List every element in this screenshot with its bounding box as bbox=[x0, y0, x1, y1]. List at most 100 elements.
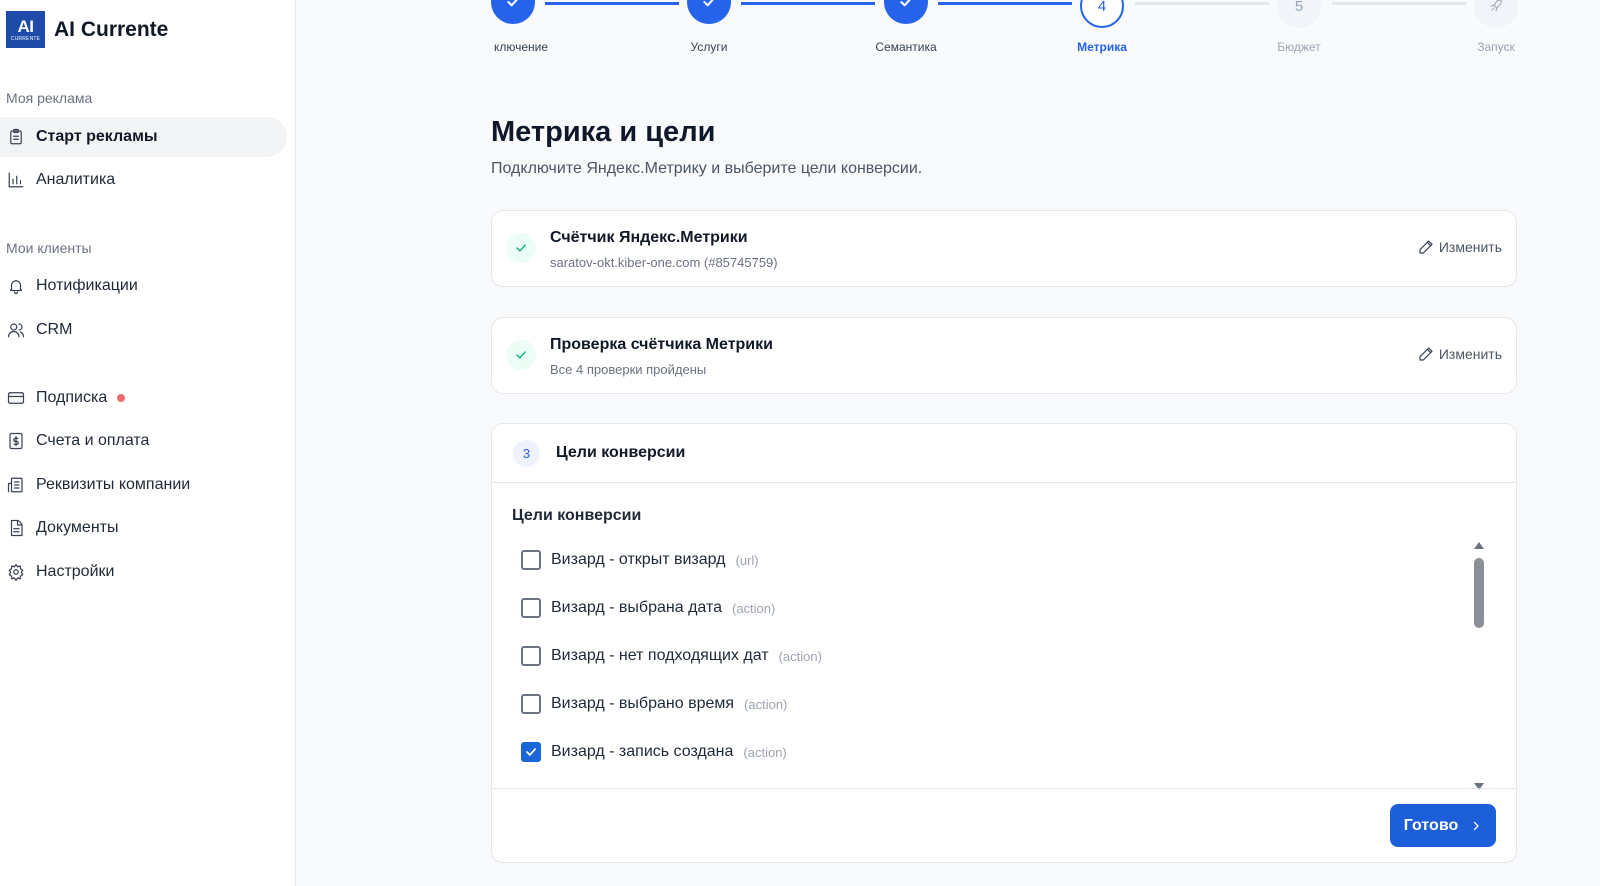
step-6-circle[interactable] bbox=[1474, 0, 1518, 28]
success-badge bbox=[506, 340, 536, 370]
goal-type: (url) bbox=[735, 552, 759, 568]
sidebar-item-label: Документы bbox=[36, 519, 119, 536]
users-icon bbox=[7, 321, 25, 339]
edit-check-button[interactable]: Изменить bbox=[1418, 346, 1502, 362]
done-button[interactable]: Готово bbox=[1390, 804, 1496, 847]
pencil-icon bbox=[1419, 240, 1433, 254]
sidebar-item-analytics[interactable]: Аналитика bbox=[0, 160, 287, 200]
sidebar-item-start-ads[interactable]: Старт рекламы bbox=[0, 117, 287, 157]
counter-card: Счётчик Яндекс.Метрики saratov-okt.kiber… bbox=[491, 210, 1517, 287]
check-icon bbox=[516, 244, 526, 252]
goal-item[interactable]: Визард - запись создана (action) bbox=[521, 741, 787, 763]
sidebar-item-company-details[interactable]: Реквизиты компании bbox=[0, 465, 287, 505]
goal-item[interactable]: Визард - нет подходящих дат (action) bbox=[521, 645, 822, 667]
sidebar-item-label: Настройки bbox=[36, 563, 115, 580]
goal-type: (action) bbox=[732, 600, 776, 616]
document-icon bbox=[7, 519, 25, 537]
check-subtitle: Все 4 проверки пройдены bbox=[550, 362, 707, 377]
check-icon bbox=[703, 0, 714, 7]
bar-chart-icon bbox=[7, 171, 25, 189]
goal-item[interactable]: Визард - открыт визард (url) bbox=[521, 549, 759, 571]
step-1-circle[interactable] bbox=[491, 0, 535, 24]
section-my-ads: Моя реклама bbox=[6, 90, 93, 106]
goal-checkbox[interactable] bbox=[521, 598, 541, 618]
goals-card-header: 3 Цели конверсии bbox=[492, 424, 1516, 483]
sidebar-item-crm[interactable]: CRM bbox=[0, 310, 287, 350]
goal-checkbox[interactable] bbox=[521, 646, 541, 666]
goal-item[interactable]: Визард - выбрано время (action) bbox=[521, 693, 787, 715]
notification-dot bbox=[117, 394, 126, 402]
check-icon bbox=[507, 0, 518, 7]
goal-type: (action) bbox=[743, 744, 787, 760]
logo-text: AI bbox=[17, 16, 35, 36]
goal-checkbox[interactable] bbox=[521, 694, 541, 714]
goal-type: (action) bbox=[744, 696, 788, 712]
done-label: Готово bbox=[1403, 816, 1459, 834]
goal-name: Визард - выбрано время bbox=[551, 695, 735, 712]
edit-label: Изменить bbox=[1438, 346, 1502, 362]
sidebar-item-documents[interactable]: Документы bbox=[0, 508, 287, 548]
goal-name: Визард - открыт визард bbox=[551, 551, 726, 568]
sidebar-item-billing[interactable]: Счета и оплата bbox=[0, 421, 287, 461]
step-3-circle[interactable] bbox=[884, 0, 928, 24]
step-connector bbox=[1135, 2, 1269, 5]
step-connector bbox=[741, 2, 875, 5]
pencil-icon bbox=[1419, 347, 1433, 361]
step-5-circle[interactable]: 5 bbox=[1277, 0, 1321, 28]
logo-mark: AI CURRENTE bbox=[6, 11, 45, 48]
step-connector bbox=[938, 2, 1072, 5]
counter-title: Счётчик Яндекс.Метрики bbox=[550, 229, 748, 246]
step-2-circle[interactable] bbox=[687, 0, 731, 24]
check-icon bbox=[516, 351, 526, 359]
goals-footer: Готово bbox=[492, 788, 1516, 864]
edit-counter-button[interactable]: Изменить bbox=[1418, 239, 1502, 255]
goals-card: 3 Цели конверсии Цели конверсии Визард -… bbox=[491, 423, 1517, 863]
card-icon bbox=[7, 389, 25, 407]
page-title: Метрика и цели bbox=[491, 116, 716, 148]
step-1-label: ключение bbox=[493, 40, 549, 54]
gear-icon bbox=[7, 563, 25, 581]
chevron-right-icon bbox=[1474, 821, 1479, 830]
page-subtitle: Подключите Яндекс.Метрику и выберите цел… bbox=[491, 160, 923, 177]
goal-name: Визард - запись создана bbox=[551, 743, 734, 760]
check-card: Проверка счётчика Метрики Все 4 проверки… bbox=[491, 317, 1517, 394]
goals-header-title: Цели конверсии bbox=[556, 444, 686, 461]
step-number-badge: 3 bbox=[513, 440, 540, 467]
dollar-doc-icon bbox=[7, 432, 25, 450]
step-2-label: Услуги bbox=[690, 40, 728, 54]
check-icon bbox=[900, 0, 911, 7]
sidebar-item-label: Подписка bbox=[36, 389, 108, 406]
goals-section-label: Цели конверсии bbox=[512, 507, 642, 524]
step-connector bbox=[545, 2, 679, 5]
clipboard-icon bbox=[7, 128, 25, 146]
app-logo[interactable]: AI CURRENTE AI Currente bbox=[6, 11, 168, 48]
logo-subtext: CURRENTE bbox=[10, 35, 41, 42]
sidebar-item-subscription[interactable]: Подписка bbox=[0, 378, 287, 418]
sidebar-item-label: Старт рекламы bbox=[36, 128, 158, 145]
scroll-thumb[interactable] bbox=[1474, 558, 1484, 628]
step-number: 5 bbox=[1294, 0, 1304, 15]
success-badge bbox=[506, 233, 536, 263]
sidebar-item-notifications[interactable]: Нотификации bbox=[0, 266, 287, 306]
goal-name: Визард - выбрана дата bbox=[551, 599, 722, 616]
goals-scrollbar[interactable] bbox=[1472, 542, 1486, 790]
step-4-circle[interactable]: 4 bbox=[1080, 0, 1124, 28]
sidebar-item-label: CRM bbox=[36, 321, 73, 338]
step-number: 4 bbox=[1097, 0, 1107, 15]
goal-name: Визард - нет подходящих дат bbox=[551, 647, 769, 664]
sidebar-item-label: Аналитика bbox=[36, 171, 116, 188]
goal-item[interactable]: Визард - выбрана дата (action) bbox=[521, 597, 775, 619]
sidebar-item-settings[interactable]: Настройки bbox=[0, 552, 287, 592]
check-icon bbox=[526, 748, 536, 756]
section-my-clients: Мои клиенты bbox=[6, 240, 92, 256]
scroll-up-arrow[interactable] bbox=[1474, 542, 1484, 549]
sidebar: AI CURRENTE AI Currente Моя реклама Стар… bbox=[0, 0, 296, 886]
edit-label: Изменить bbox=[1438, 239, 1502, 255]
goal-checkbox[interactable] bbox=[521, 742, 541, 762]
goal-checkbox[interactable] bbox=[521, 550, 541, 570]
sidebar-item-label: Реквизиты компании bbox=[36, 476, 191, 493]
rocket-icon bbox=[1490, 0, 1502, 12]
step-6-label: Запуск bbox=[1477, 40, 1515, 54]
step-3-label: Семантика bbox=[875, 40, 937, 54]
building-icon bbox=[7, 476, 25, 494]
